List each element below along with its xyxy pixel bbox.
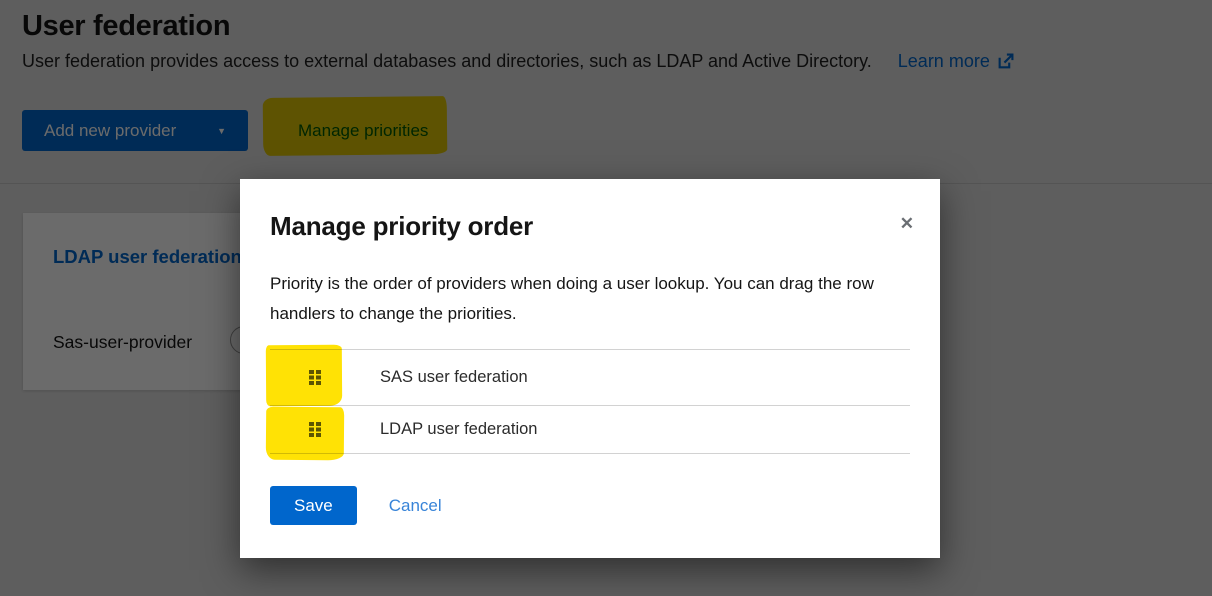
manage-priority-modal: Manage priority order ✕ Priority is the …: [240, 179, 940, 558]
close-icon[interactable]: ✕: [900, 215, 914, 232]
table-row[interactable]: LDAP user federation: [270, 406, 910, 454]
cancel-button[interactable]: Cancel: [389, 496, 442, 516]
modal-footer: Save Cancel: [270, 486, 442, 525]
drag-handle-icon[interactable]: [308, 421, 322, 438]
screen: User federation User federation provides…: [0, 0, 1212, 596]
modal-title: Manage priority order: [270, 211, 533, 242]
modal-description: Priority is the order of providers when …: [270, 269, 898, 329]
save-button[interactable]: Save: [270, 486, 357, 525]
priority-table: SAS user federation LDAP user federation: [270, 349, 910, 454]
table-row[interactable]: SAS user federation: [270, 350, 910, 406]
row-label: LDAP user federation: [380, 420, 537, 439]
drag-handle-icon[interactable]: [308, 369, 322, 386]
row-label: SAS user federation: [380, 368, 528, 387]
